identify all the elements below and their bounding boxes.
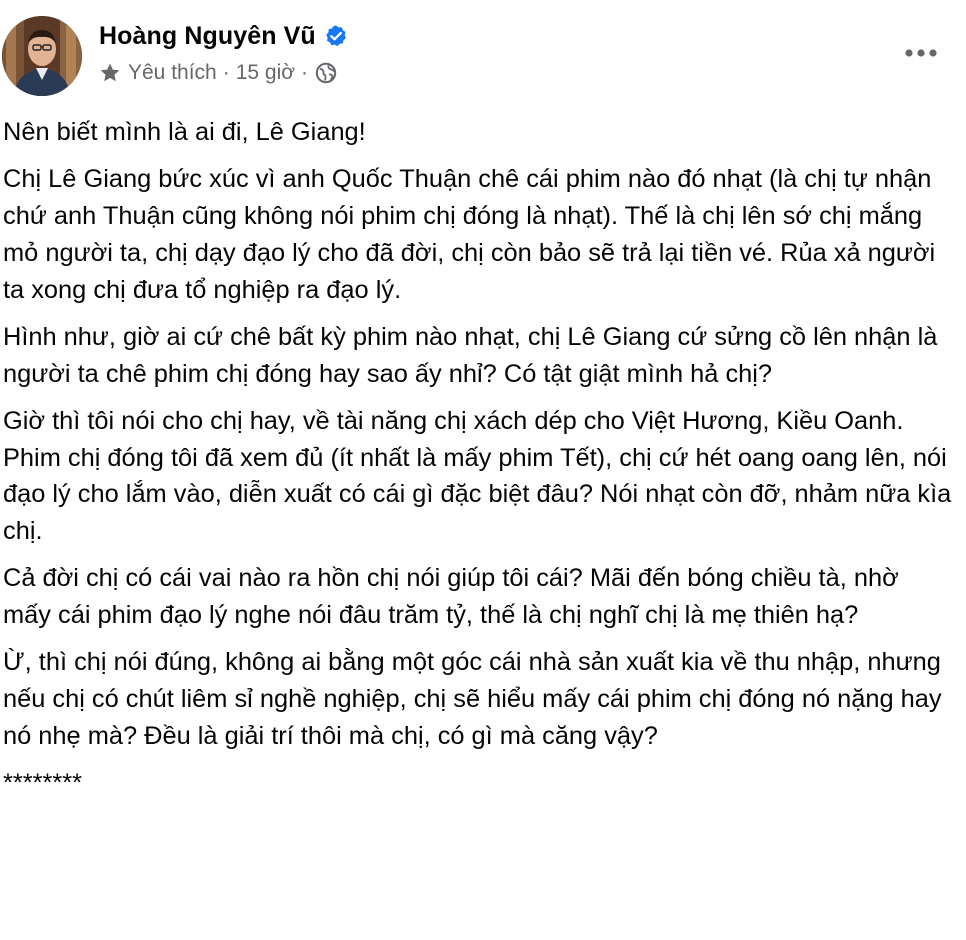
star-icon	[99, 62, 121, 84]
post-meta: Yêu thích · 15 giờ ·	[99, 58, 337, 88]
meta-separator: ·	[301, 61, 309, 84]
post-paragraph: Chị Lê Giang bức xúc vì anh Quốc Thuận c…	[3, 165, 936, 304]
post-paragraph: Nên biết mình là ai đi, Lê Giang!	[3, 118, 366, 146]
verified-badge-icon	[324, 24, 348, 48]
author-line: Hoàng Nguyên Vũ	[99, 18, 348, 54]
post-time[interactable]: 15 giờ	[236, 61, 295, 85]
avatar[interactable]	[2, 16, 82, 96]
globe-icon[interactable]	[315, 62, 337, 84]
post-body: Nên biết mình là ai đi, Lê Giang! Chị Lê…	[3, 114, 953, 802]
post-paragraph: Ừ, thì chị nói đúng, không ai bằng một g…	[3, 648, 942, 750]
more-options-button[interactable]	[902, 34, 940, 72]
post-paragraph: ********	[3, 769, 83, 798]
post-header: Hoàng Nguyên Vũ Yêu thích · 15 giờ ·	[0, 0, 966, 110]
author-name[interactable]: Hoàng Nguyên Vũ	[99, 22, 316, 51]
post-paragraph: Giờ thì tôi nói cho chị hay, về tài năng…	[3, 406, 952, 546]
favorite-label: Yêu thích	[128, 61, 217, 84]
post-paragraph: Cả đời chị có cái vai nào ra hồn chị nói…	[3, 564, 899, 630]
post-paragraph: Hình như, giờ ai cứ chê bất kỳ phim nào …	[3, 322, 938, 388]
more-options-icon	[905, 49, 937, 57]
meta-separator: ·	[222, 61, 230, 84]
